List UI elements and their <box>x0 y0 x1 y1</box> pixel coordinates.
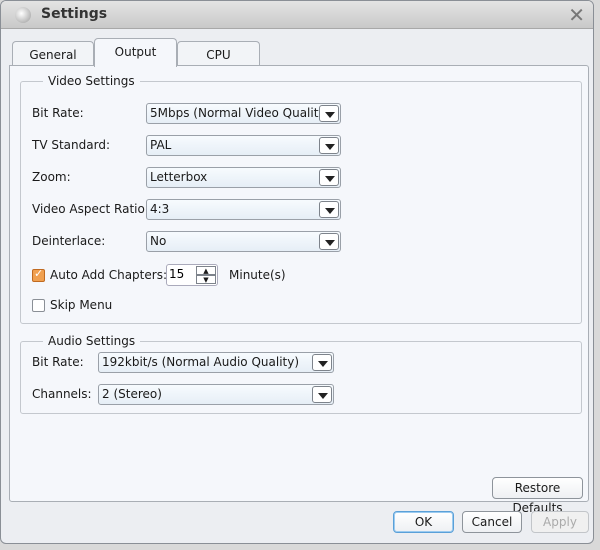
zoom-label: Zoom: <box>32 170 71 184</box>
skip-menu-label: Skip Menu <box>50 298 113 312</box>
window-title: Settings <box>41 6 108 22</box>
spin-up-icon[interactable]: ▲ <box>196 266 216 275</box>
restore-defaults-button[interactable]: Restore Defaults <box>492 477 583 515</box>
channels-select[interactable]: 2 (Stereo) <box>98 384 334 405</box>
audio-settings-legend: Audio Settings <box>43 334 141 348</box>
audio-bit-rate-select[interactable]: 192kbit/s (Normal Audio Quality) <box>98 352 334 373</box>
video-bit-rate-value: 5Mbps (Normal Video Quality) <box>150 106 331 120</box>
tab-output[interactable]: Output <box>94 38 177 67</box>
output-panel: Video Settings Bit Rate: 5Mbps (Normal V… <box>9 65 589 515</box>
chevron-down-icon[interactable] <box>319 169 339 186</box>
video-bit-rate-select[interactable]: 5Mbps (Normal Video Quality) <box>146 103 341 124</box>
auto-add-chapters-checkbox[interactable] <box>32 267 45 282</box>
chevron-down-icon[interactable] <box>312 354 332 371</box>
app-icon <box>15 7 31 23</box>
cancel-button[interactable]: Cancel <box>462 511 522 533</box>
audio-bit-rate-value: 192kbit/s (Normal Audio Quality) <box>102 355 300 369</box>
deinterlace-select[interactable]: No <box>146 231 341 252</box>
video-settings-legend: Video Settings <box>43 74 140 88</box>
chevron-down-icon[interactable] <box>319 233 339 250</box>
tv-standard-label: TV Standard: <box>32 138 110 152</box>
aspect-ratio-label: Video Aspect Ratio: <box>32 202 149 216</box>
tv-standard-select[interactable]: PAL <box>146 135 341 156</box>
chapters-interval-input[interactable] <box>169 267 195 281</box>
deinterlace-value: No <box>150 234 167 248</box>
title-bar: Settings ✕ <box>1 1 593 29</box>
chevron-down-icon[interactable] <box>319 105 339 122</box>
deinterlace-label: Deinterlace: <box>32 234 106 248</box>
settings-dialog: Settings ✕ General Output CPU Video Sett… <box>0 0 594 544</box>
chevron-down-icon[interactable] <box>319 137 339 154</box>
ok-button[interactable]: OK <box>393 511 454 533</box>
aspect-ratio-value: 4:3 <box>150 202 170 216</box>
chapters-interval-stepper[interactable]: ▲ ▼ <box>166 264 218 286</box>
aspect-ratio-select[interactable]: 4:3 <box>146 199 341 220</box>
audio-bit-rate-label: Bit Rate: <box>32 355 84 369</box>
channels-label: Channels: <box>32 387 92 401</box>
tab-general[interactable]: General <box>12 41 94 66</box>
zoom-select[interactable]: Letterbox <box>146 167 341 188</box>
tv-standard-value: PAL <box>150 138 172 152</box>
channels-value: 2 (Stereo) <box>102 387 162 401</box>
auto-add-chapters-label: Auto Add Chapters: <box>50 268 167 282</box>
minutes-unit-label: Minute(s) <box>229 268 286 282</box>
apply-button[interactable]: Apply <box>531 511 589 533</box>
skip-menu-checkbox[interactable] <box>32 299 45 312</box>
chevron-down-icon[interactable] <box>319 201 339 218</box>
close-icon[interactable]: ✕ <box>568 3 585 27</box>
spin-down-icon[interactable]: ▼ <box>196 275 216 284</box>
zoom-value: Letterbox <box>150 170 208 184</box>
video-bit-rate-label: Bit Rate: <box>32 106 84 120</box>
chevron-down-icon[interactable] <box>312 386 332 403</box>
tab-cpu[interactable]: CPU <box>177 41 260 66</box>
